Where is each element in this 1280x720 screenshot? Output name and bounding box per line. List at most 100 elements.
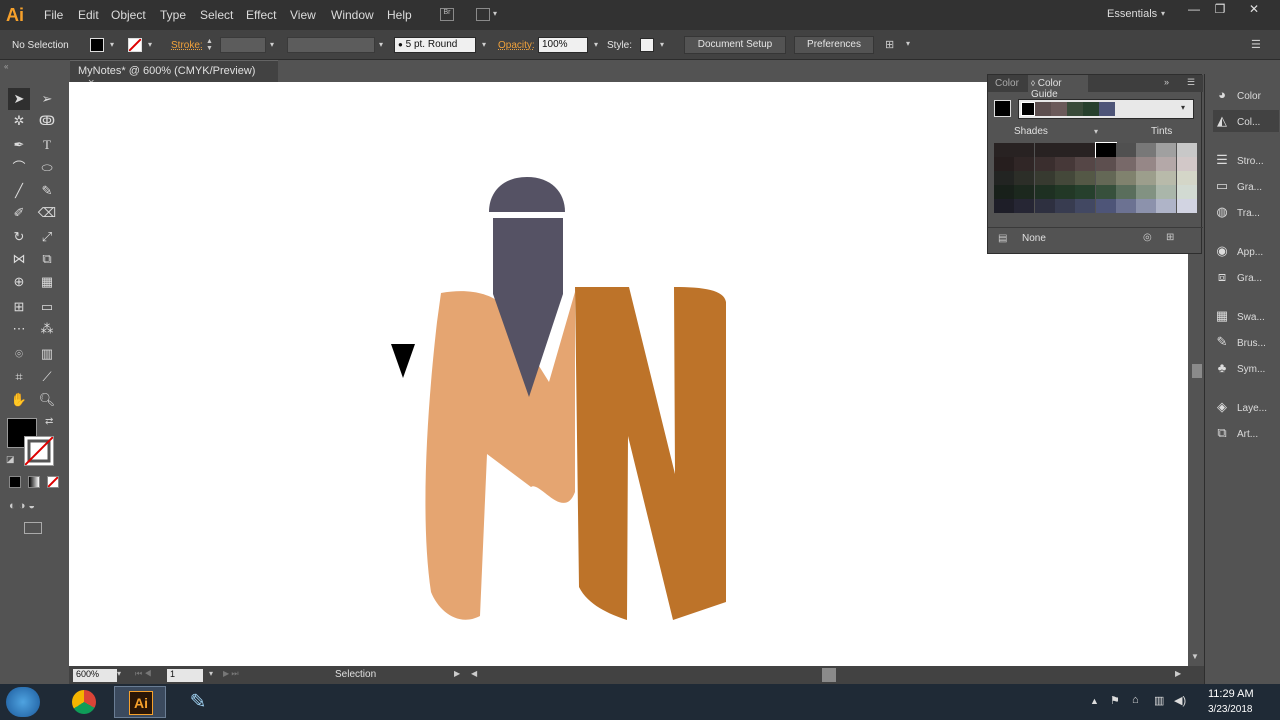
mesh-tool-icon[interactable]: ⊞: [8, 296, 30, 318]
triangle-marker[interactable]: [391, 344, 415, 378]
menu-window[interactable]: Window: [331, 8, 374, 22]
bridge-icon[interactable]: Br: [440, 8, 454, 21]
document-tab[interactable]: MyNotes* @ 600% (CMYK/Preview) ×: [70, 60, 278, 89]
variation-dropdown-icon[interactable]: ▾: [1094, 127, 1098, 136]
ellipse-tool-icon[interactable]: ⬭: [36, 157, 58, 179]
color-variation-cell[interactable]: [1014, 199, 1035, 213]
brush-definition[interactable]: ● 5 pt. Round: [394, 37, 476, 53]
color-variation-cell[interactable]: [1095, 199, 1116, 213]
paintbrush-tool-icon[interactable]: ╱: [8, 180, 30, 202]
rotate-tool-icon[interactable]: ↻: [8, 226, 30, 248]
stroke-swatch[interactable]: [128, 38, 142, 52]
opacity-label[interactable]: Opacity:: [498, 40, 535, 51]
harmony-swatch-6[interactable]: [1099, 102, 1115, 116]
harmony-rules-bar[interactable]: ▾: [1018, 99, 1194, 119]
arrange-icon[interactable]: ⊞: [885, 38, 894, 51]
swatch-library-icon[interactable]: ▤: [998, 233, 1007, 244]
pen-cap[interactable]: [489, 177, 565, 212]
close-window-button[interactable]: ✕: [1242, 2, 1266, 18]
magic-wand-tool-icon[interactable]: ✲: [8, 110, 30, 132]
color-variation-cell[interactable]: [1014, 143, 1035, 157]
color-variation-cell[interactable]: [1075, 185, 1096, 199]
harmony-swatch-5[interactable]: [1083, 102, 1099, 116]
letter-n-dark[interactable]: [575, 287, 726, 620]
color-variation-cell[interactable]: [1156, 171, 1177, 185]
color-variation-cell[interactable]: [1095, 185, 1116, 199]
scroll-down-icon[interactable]: ▼: [1191, 652, 1199, 661]
dock-swatches[interactable]: ▦ Swa...: [1213, 305, 1279, 327]
color-variation-cell[interactable]: [1095, 171, 1116, 185]
eyedropper-tool-icon[interactable]: ⋯: [8, 318, 30, 340]
artboard-number-field[interactable]: 1: [167, 669, 203, 682]
fill-swatch[interactable]: [90, 38, 104, 52]
symbol-sprayer-tool-icon[interactable]: ⌾: [8, 343, 30, 365]
color-variation-cell[interactable]: [1034, 171, 1055, 185]
stroke-dropdown-icon[interactable]: ▾: [144, 37, 156, 53]
last-artboard-icon[interactable]: ▶ ⏭: [223, 669, 239, 679]
control-panel-menu-icon[interactable]: ☰: [1251, 38, 1261, 51]
type-tool-icon[interactable]: T: [36, 134, 58, 156]
harmony-swatch-2[interactable]: [1035, 102, 1051, 116]
menu-effect[interactable]: Effect: [246, 8, 276, 22]
color-variation-cell[interactable]: [1176, 171, 1197, 185]
volume-icon[interactable]: ◀): [1174, 694, 1186, 707]
color-variation-cell[interactable]: [1014, 157, 1035, 171]
dock-gradient[interactable]: ▭ Gra...: [1213, 175, 1279, 197]
color-variation-cell[interactable]: [1156, 143, 1177, 157]
pen-tool-icon[interactable]: ✒: [8, 134, 30, 156]
first-artboard-icon[interactable]: ⏮ ◀: [135, 669, 152, 679]
color-variation-cell[interactable]: [1115, 185, 1136, 199]
default-fill-stroke-icon[interactable]: ◪: [6, 454, 15, 465]
save-color-group-icon[interactable]: ⊞: [1166, 232, 1174, 243]
color-variation-cell[interactable]: [1156, 157, 1177, 171]
style-dropdown-icon[interactable]: ▾: [656, 37, 668, 53]
color-variation-cell[interactable]: [1034, 199, 1055, 213]
color-variation-cell[interactable]: [1136, 157, 1157, 171]
dock-color-guide[interactable]: ◭ Col...: [1213, 110, 1279, 132]
lasso-tool-icon[interactable]: ↂ: [36, 110, 58, 132]
color-variation-cell[interactable]: [1095, 157, 1116, 171]
color-variation-cell[interactable]: [1115, 171, 1136, 185]
color-variations-grid[interactable]: [994, 142, 1197, 213]
color-variation-cell[interactable]: [1054, 143, 1075, 157]
color-variation-cell[interactable]: [1115, 199, 1136, 213]
clock-date[interactable]: 3/23/2018: [1208, 704, 1253, 715]
start-button[interactable]: [6, 687, 40, 717]
perspective-grid-tool-icon[interactable]: ▦: [36, 271, 58, 293]
dock-symbols[interactable]: ♣ Sym...: [1213, 357, 1279, 379]
workspace-switcher[interactable]: Essentials: [1107, 8, 1157, 20]
scroll-left-icon[interactable]: ◀: [471, 669, 477, 678]
arrange-documents-icon[interactable]: [476, 8, 490, 21]
column-graph-tool-icon[interactable]: ▥: [36, 343, 58, 365]
color-variation-cell[interactable]: [1136, 143, 1157, 157]
dock-stroke[interactable]: ☰ Stro...: [1213, 149, 1279, 171]
collapse-toolbox-icon[interactable]: «: [4, 62, 8, 71]
arrange-dropdown-small-icon[interactable]: ▾: [906, 39, 910, 48]
color-variation-cell[interactable]: [1176, 143, 1197, 157]
dock-brushes[interactable]: ✎ Brus...: [1213, 331, 1279, 353]
show-hidden-icons[interactable]: ▲: [1090, 696, 1099, 706]
color-variation-cell[interactable]: [1115, 143, 1136, 157]
gradient-mode-icon[interactable]: [28, 476, 40, 488]
color-variation-cell[interactable]: [1075, 157, 1096, 171]
stroke-weight-field[interactable]: [220, 37, 266, 53]
chrome-taskbar-icon[interactable]: [58, 686, 110, 718]
shape-builder-tool-icon[interactable]: ⊕: [8, 271, 30, 293]
selection-tool-icon[interactable]: ➤: [8, 88, 30, 110]
direct-selection-tool-icon[interactable]: ➢: [36, 88, 58, 110]
arrange-dropdown-icon[interactable]: ▾: [493, 9, 497, 18]
workspace-dropdown-icon[interactable]: ▾: [1161, 9, 1165, 18]
color-variation-cell[interactable]: [1075, 171, 1096, 185]
shaper-tool-icon[interactable]: ✐: [8, 202, 30, 224]
paint-taskbar-icon[interactable]: ✎: [172, 686, 224, 718]
profile-dropdown-icon[interactable]: ▾: [375, 37, 387, 53]
color-variation-cell[interactable]: [994, 185, 1014, 199]
color-guide-tab[interactable]: ◊ Color Guide: [1028, 75, 1088, 100]
color-variation-cell[interactable]: [994, 199, 1014, 213]
stroke-color-box[interactable]: [24, 436, 54, 466]
color-variation-cell[interactable]: [1054, 157, 1075, 171]
hand-tool-icon[interactable]: ✋: [8, 389, 30, 411]
color-variation-cell[interactable]: [1054, 185, 1075, 199]
stroke-stepper[interactable]: ▲ ▼: [206, 38, 218, 52]
brush-dropdown-icon[interactable]: ▾: [478, 37, 490, 53]
